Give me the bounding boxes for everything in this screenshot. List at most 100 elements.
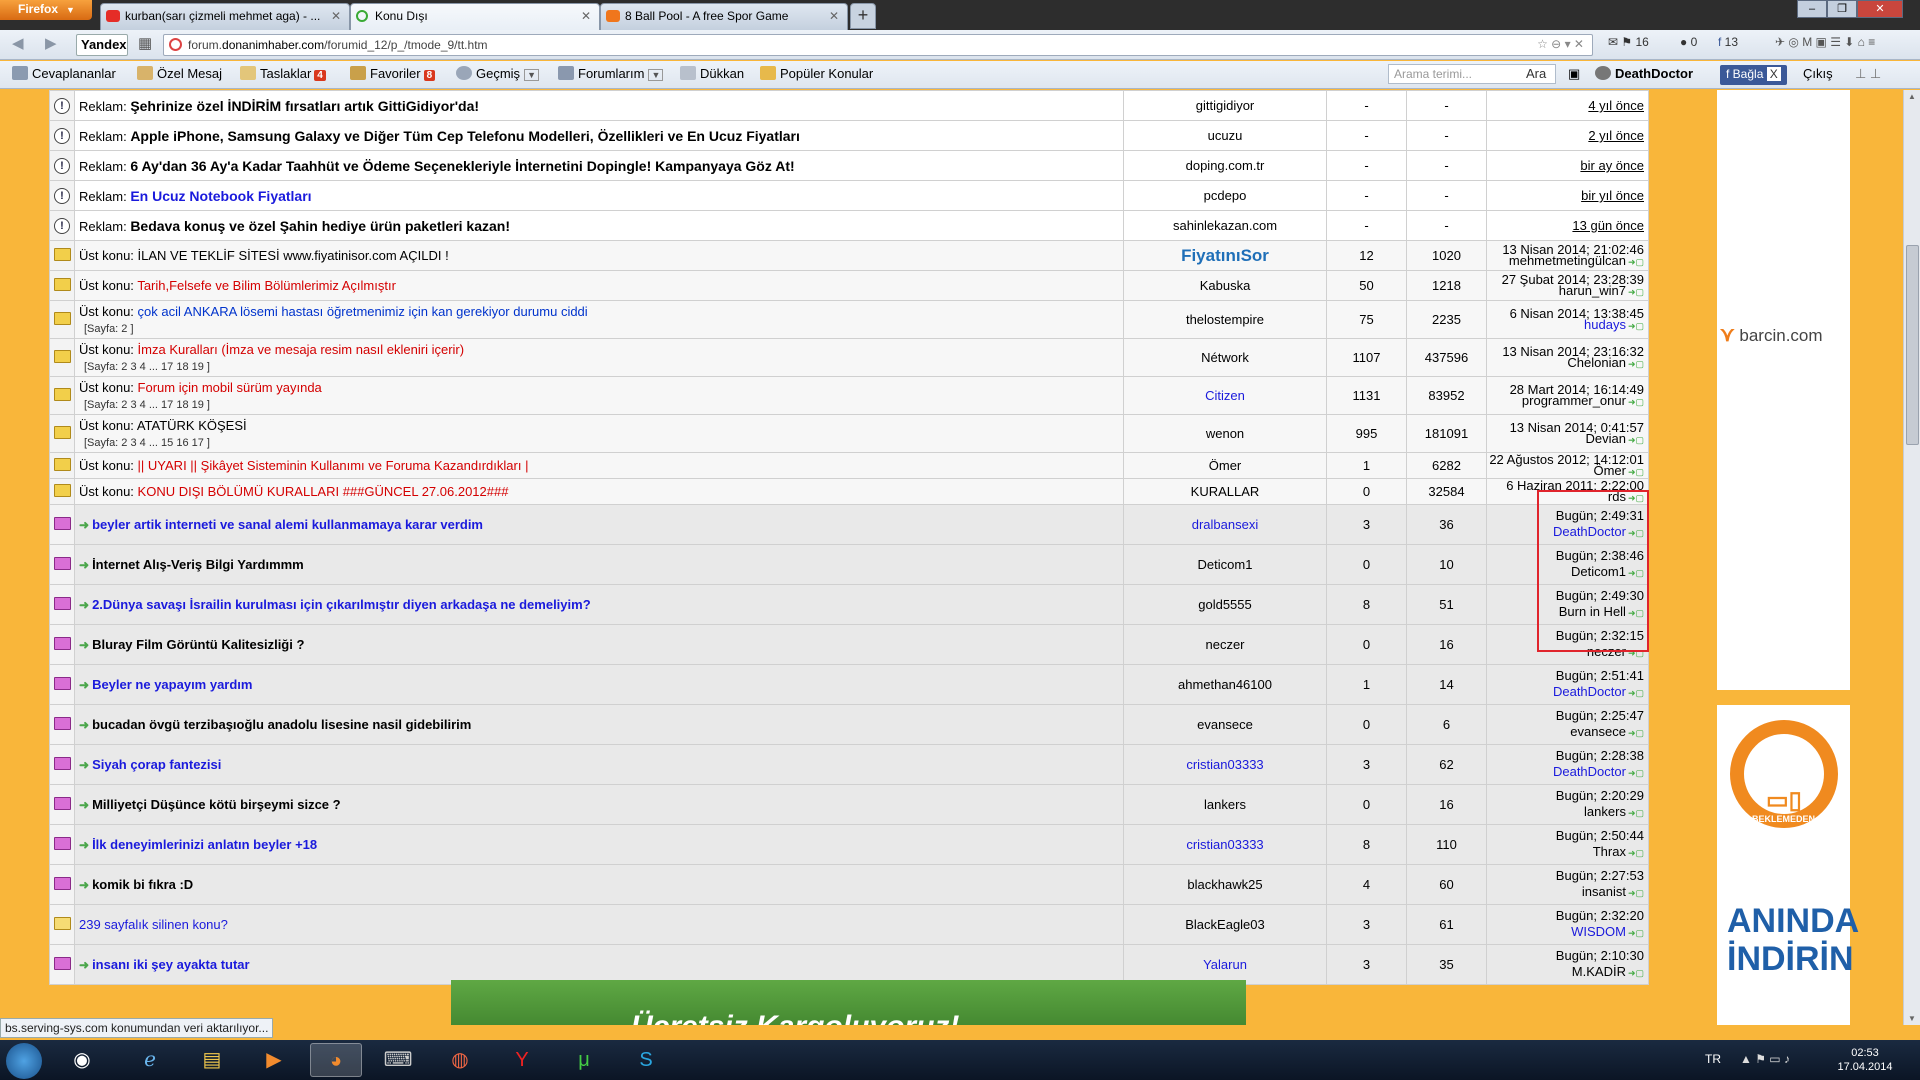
topic-title-link[interactable]: insanı iki şey ayakta tutar [92,957,250,972]
bm-dukkan[interactable]: Dükkan [680,66,744,81]
topic-author[interactable]: evansece [1123,704,1327,745]
sticky-last-user[interactable]: Devian [1585,431,1625,446]
start-button[interactable] [6,1043,42,1079]
tab-8ball-pool[interactable]: 8 Ball Pool - A free Spor Game ✕ [600,3,848,30]
sticky-title-link[interactable]: ATATÜRK KÖŞESİ [137,418,247,433]
tray-icons[interactable]: ▲ ⚑ ▭ ♪ [1740,1052,1790,1066]
bm-ozel-mesaj[interactable]: Özel Mesaj [137,66,222,81]
ad-title-link[interactable]: Şehrinize özel İNDİRİM fırsatları artık … [130,98,479,114]
sticky-pages[interactable]: [Sayfa: 2 3 4 ... 15 16 17 ] [84,437,1123,449]
search-engine-badge[interactable]: Yandex [76,34,128,56]
tools-icon[interactable]: ▣ [1568,66,1580,82]
url-bar[interactable]: forum.donanimhaber.com/forumid_12/p_/tmo… [163,34,1593,56]
sticky-pages[interactable]: [Sayfa: 2 3 4 ... 17 18 19 ] [84,399,1123,411]
mail-icon[interactable]: ✉ ⚑ 16 [1608,35,1649,49]
go-to-new-icon[interactable]: ➜ [79,598,89,612]
topic-title-link[interactable]: 2.Dünya savaşı İsrailin kurulması için ç… [92,597,591,612]
skype-icon[interactable]: S [620,1043,672,1077]
facebook-icon[interactable]: f 13 [1718,35,1738,49]
sticky-author[interactable]: Ömer [1123,452,1327,479]
close-icon[interactable]: ✕ [829,9,839,23]
close-window-button[interactable]: ✕ [1857,0,1903,18]
ad-title-link[interactable]: En Ucuz Notebook Fiyatları [130,188,311,204]
back-icon[interactable]: ◀ [12,34,24,52]
sticky-author[interactable]: Citizen [1123,376,1327,415]
user-profile-link[interactable]: DeathDoctor [1595,66,1693,81]
ad-title-link[interactable]: Apple iPhone, Samsung Galaxy ve Diğer Tü… [130,128,800,144]
sticky-author[interactable]: Nétwork [1123,338,1327,377]
close-icon[interactable]: ✕ [581,9,591,23]
topic-author[interactable]: lankers [1123,784,1327,825]
facebook-connect-button[interactable]: f Bağla X [1720,65,1787,85]
minimize-button[interactable]: – [1797,0,1827,18]
toolbar-icons[interactable]: ✈ ◎ M ▣ ☰ ⬇ ⌂ ≡ [1775,35,1875,49]
go-to-new-icon[interactable]: ➜ [79,638,89,652]
sticky-author[interactable]: KURALLAR [1123,478,1327,505]
ad-time[interactable]: 2 yıl önce [1588,128,1644,143]
sticky-last-user[interactable]: Chelonian [1567,355,1626,370]
topic-last-user[interactable]: DeathDoctor [1553,764,1626,779]
sticky-author[interactable]: Kabuska [1123,270,1327,301]
bookmark-star-icon[interactable]: ☆ ⊖ ▾ ✕ [1537,37,1584,51]
topic-title-link[interactable]: İnternet Alış-Veriş Bilgi Yardımmm [92,557,304,572]
sticky-author[interactable]: FiyatınıSor [1123,240,1327,271]
topic-last-user[interactable]: lankers [1584,804,1626,819]
clock[interactable]: 02:53 17.04.2014 [1830,1046,1900,1074]
topic-last-user[interactable]: M.KADİR [1572,964,1626,979]
utorrent-icon[interactable]: μ [558,1043,610,1077]
sticky-last-user[interactable]: hudays [1584,317,1626,332]
go-to-last-icon[interactable]: ➜▢ [1628,885,1644,901]
go-to-new-icon[interactable]: ➜ [79,558,89,572]
sticky-title-link[interactable]: Forum için mobil sürüm yayında [138,380,322,395]
page-scrollbar[interactable]: ▲ ▼ [1903,90,1920,1025]
topic-title-link[interactable]: beyler artik interneti ve sanal alemi ku… [92,517,483,532]
bm-cevaplananlar[interactable]: Cevaplananlar [12,66,116,81]
sticky-last-user[interactable]: Ömer [1593,463,1626,478]
pin-icon[interactable]: ⊥ ⊥ [1855,66,1881,82]
bm-forumlarim[interactable]: Forumlarım ▼ [558,66,664,81]
go-to-new-icon[interactable]: ➜ [79,958,89,972]
topic-last-user[interactable]: evansece [1570,724,1626,739]
topic-author[interactable]: dralbansexi [1123,504,1327,545]
keyboard-icon[interactable]: ⌨ [372,1043,424,1077]
download-ad-text[interactable]: ANINDA İNDİRİN [1727,902,1859,978]
sticky-pages[interactable]: [Sayfa: 2 ] [84,323,1123,335]
scrollbar-thumb[interactable] [1906,245,1919,445]
go-to-last-icon[interactable]: ➜▢ [1628,965,1644,981]
topic-author[interactable]: ahmethan46100 [1123,664,1327,705]
language-indicator[interactable]: TR [1705,1052,1721,1066]
chrome-icon[interactable]: ◍ [434,1043,486,1077]
sticky-title-link[interactable]: KONU DIŞI BÖLÜMÜ KURALLARI ###GÜNCEL 27.… [138,484,509,499]
firefox-menu-button[interactable]: Firefox ▼ [0,0,92,20]
go-to-new-icon[interactable]: ➜ [79,758,89,772]
go-to-last-icon[interactable]: ➜▢ [1628,725,1644,741]
taskbar-app-icon[interactable]: ◉ [56,1043,108,1077]
ad-time[interactable]: 13 gün önce [1572,218,1644,233]
go-to-last-icon[interactable]: ➜▢ [1628,685,1644,701]
topic-title-link[interactable]: 239 sayfalık silinen konu? [79,917,228,932]
topic-title-link[interactable]: İlk deneyimlerinizi anlatın beyler +18 [92,837,317,852]
sticky-last-user[interactable]: mehmetmetingülcan [1509,253,1626,268]
counter-icon[interactable]: ● 0 [1680,35,1697,49]
sticky-title-link[interactable]: || UYARI || Şikâyet Sisteminin Kullanımı… [138,458,529,473]
sticky-last-user[interactable]: harun_win7 [1559,283,1626,298]
ad-title-link[interactable]: Bedava konuş ve özel Şahin hediye ürün p… [130,218,510,234]
topic-last-user[interactable]: Thrax [1593,844,1626,859]
ie-icon[interactable]: ℯ [124,1043,176,1077]
bm-favoriler[interactable]: Favoriler 8 [350,66,436,81]
barcin-logo[interactable]: ⋎ barcin.com [1720,322,1823,347]
bottom-banner-ad[interactable]: Ücretsiz Kargoluyoruz! [451,980,1246,1025]
topic-author[interactable]: blackhawk25 [1123,864,1327,905]
go-to-last-icon[interactable]: ➜▢ [1628,287,1644,298]
sticky-last-user[interactable]: programmer_onur [1522,393,1626,408]
topic-title-link[interactable]: bucadan övgü terzibaşıoğlu anadolu lises… [92,717,471,732]
go-to-last-icon[interactable]: ➜▢ [1628,805,1644,821]
topic-title-link[interactable]: Bluray Film Görüntü Kalitesizliği ? [92,637,304,652]
topic-author[interactable]: gold5555 [1123,584,1327,625]
forum-search-button[interactable]: Ara [1526,64,1546,81]
go-to-new-icon[interactable]: ➜ [79,518,89,532]
tab-konu-disi[interactable]: Konu Dışı ✕ [350,3,600,30]
go-to-last-icon[interactable]: ➜▢ [1628,257,1644,268]
forward-icon[interactable]: ▶ [45,34,57,52]
ad-title-link[interactable]: 6 Ay'dan 36 Ay'a Kadar Taahhüt ve Ödeme … [130,158,794,174]
